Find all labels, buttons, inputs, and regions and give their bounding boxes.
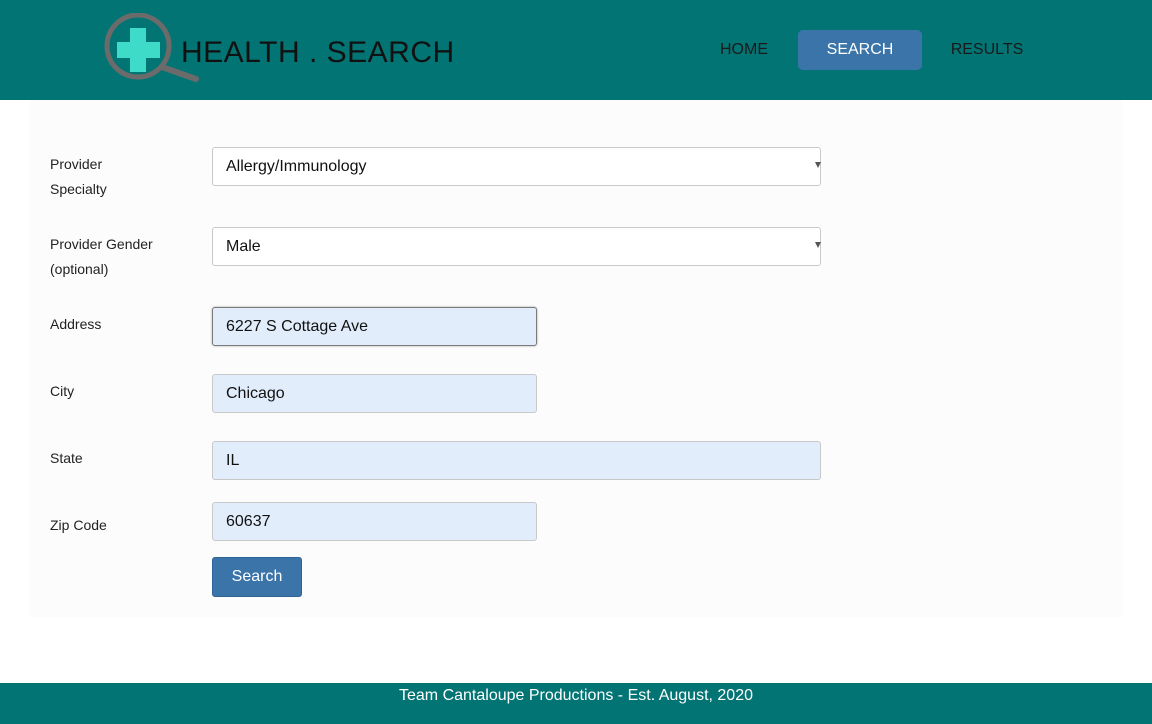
zip-label: Zip Code	[50, 517, 107, 533]
specialty-label: Provider Specialty	[50, 152, 200, 202]
specialty-label-line1: Provider	[50, 156, 103, 172]
specialty-select-value: Allergy/Immunology	[226, 158, 367, 175]
gender-label-line2: (optional)	[50, 261, 109, 277]
city-input[interactable]	[212, 374, 537, 413]
nav-results[interactable]: RESULTS	[944, 30, 1030, 70]
gender-label-line1: Provider Gender	[50, 236, 153, 252]
dropdown-arrow-icon	[815, 242, 821, 248]
brand-title[interactable]: HEALTH . SEARCH	[181, 36, 455, 70]
footer-text: Team Cantaloupe Productions - Est. Augus…	[399, 687, 753, 704]
nav-search[interactable]: SEARCH	[798, 30, 922, 70]
dropdown-arrow-icon	[815, 162, 821, 168]
address-input[interactable]	[212, 307, 537, 346]
state-input[interactable]	[212, 441, 821, 480]
gender-label: Provider Gender (optional)	[50, 232, 200, 282]
specialty-select[interactable]: Allergy/Immunology	[212, 147, 821, 186]
specialty-label-line2: Specialty	[50, 181, 107, 197]
footer-bar: Team Cantaloupe Productions - Est. Augus…	[0, 683, 1152, 724]
gender-select[interactable]: Male	[212, 227, 821, 266]
zip-input[interactable]	[212, 502, 537, 541]
gender-select-value: Male	[226, 238, 261, 255]
search-button[interactable]: Search	[212, 557, 302, 597]
header-bar: HEALTH . SEARCH HOME SEARCH RESULTS	[0, 0, 1152, 100]
state-label: State	[50, 450, 83, 466]
city-label: City	[50, 383, 75, 399]
address-label: Address	[50, 316, 102, 332]
nav-home[interactable]: HOME	[712, 30, 776, 70]
